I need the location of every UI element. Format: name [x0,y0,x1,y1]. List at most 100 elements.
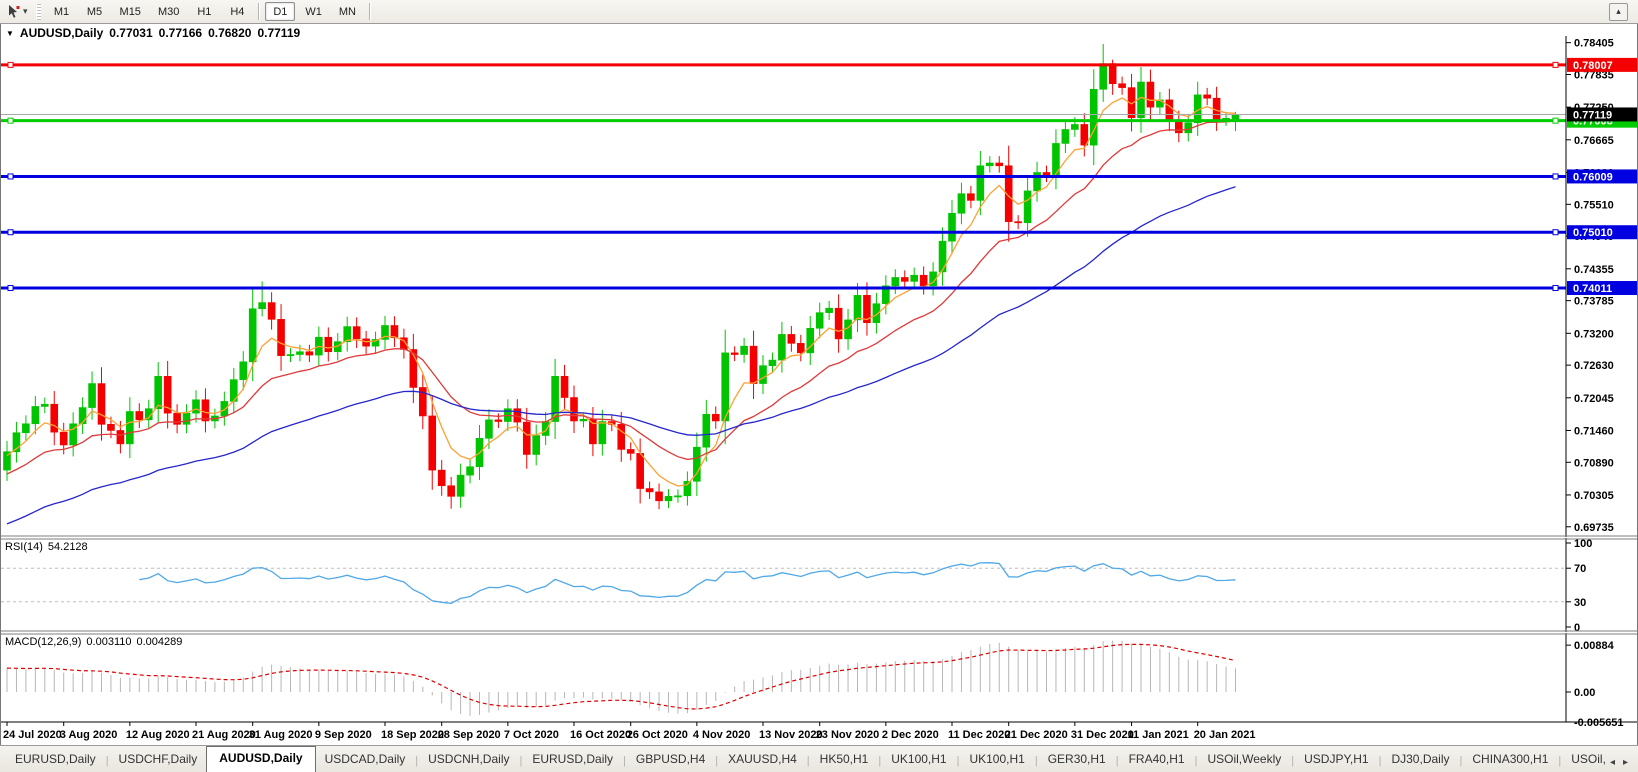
rsi-label: RSI(14) 54.2128 [5,541,88,553]
svg-text:0.73785: 0.73785 [1574,296,1614,308]
level-handle[interactable] [1553,230,1558,235]
timeframe-button-w1[interactable]: W1 [298,2,329,21]
pane-splitter[interactable] [1,536,1637,539]
chart-tabs: EURUSD,Daily|USDCHF,DailyAUDUSD,DailyUSD… [0,746,1610,772]
timeframe-button-m15[interactable]: M15 [113,2,148,21]
svg-text:21 Dec 2020: 21 Dec 2020 [1005,729,1068,741]
level-handle[interactable] [8,174,13,179]
tab-scroll-right-icon[interactable]: ▸ [1623,757,1628,768]
timeframe-button-h4[interactable]: H4 [222,2,252,21]
chart-tab[interactable]: UK100,H1 [960,748,1033,772]
chart-tool-cluster[interactable]: ▾ [3,4,31,19]
svg-text:24 Jul 2020: 24 Jul 2020 [3,729,62,741]
svg-text:0.78007: 0.78007 [1573,60,1613,72]
svg-text:31 Dec 2020: 31 Dec 2020 [1071,729,1134,741]
toolbar-separator [258,3,259,20]
svg-text:13 Nov 2020: 13 Nov 2020 [759,729,823,741]
level-handle[interactable] [8,62,13,67]
svg-text:28 Sep 2020: 28 Sep 2020 [438,729,501,741]
chart-tab-bar: EURUSD,Daily|USDCHF,DailyAUDUSD,DailyUSD… [0,745,1638,772]
rsi-name: RSI(14) [5,541,43,553]
pane-splitter[interactable] [1,631,1637,634]
price-chart-canvas[interactable]: 0.784050.778350.772500.766650.760800.755… [1,24,1637,745]
macd-signal-value: 0.004289 [137,636,183,648]
svg-text:0.00884: 0.00884 [1574,640,1615,652]
svg-text:3 Aug 2020: 3 Aug 2020 [60,729,118,741]
date-axis: 24 Jul 20203 Aug 2020 12 Aug 202021 Aug 2… [3,722,1255,741]
svg-text:31 Aug 2020: 31 Aug 2020 [249,729,313,741]
svg-text:18 Sep 2020: 18 Sep 2020 [381,729,444,741]
chart-tab[interactable]: XAUUSD,H4 [719,748,806,772]
chart-tab[interactable]: UK100,H1 [882,748,955,772]
timeframe-button-mn[interactable]: MN [332,2,363,21]
dropdown-caret-icon[interactable]: ▾ [23,7,28,16]
chart-tab[interactable]: FRA40,H1 [1120,748,1194,772]
chart-tab[interactable]: USOil,Weekly [1198,748,1290,772]
tab-scroll-left-icon[interactable]: ◂ [1610,757,1615,768]
svg-text:0.73200: 0.73200 [1574,328,1614,340]
svg-text:0.76665: 0.76665 [1574,135,1614,147]
timeframe-button-m1[interactable]: M1 [47,2,77,21]
svg-text:9 Sep 2020: 9 Sep 2020 [315,729,372,741]
price-badges: 0.780070.770080.760090.750100.740110.771… [1567,58,1637,295]
candles-layer[interactable] [4,44,1240,509]
svg-text:11 Jan 2021: 11 Jan 2021 [1128,729,1189,741]
rsi-value: 54.2128 [48,541,88,553]
svg-text:0.74011: 0.74011 [1573,283,1612,295]
chart-tab-active[interactable]: AUDUSD,Daily [206,746,315,772]
chart-title-low: 0.76820 [208,26,251,40]
level-handle[interactable] [1553,174,1558,179]
tab-scroll-arrows: ◂ ▸ [1610,757,1638,772]
svg-text:4 Nov 2020: 4 Nov 2020 [693,729,750,741]
chart-tab[interactable]: EURUSD,Daily [523,748,622,772]
chart-tab[interactable]: GER30,H1 [1039,748,1115,772]
macd-label: MACD(12,26,9) 0.003110 0.004289 [5,636,182,648]
level-handle[interactable] [8,118,13,123]
svg-text:30: 30 [1574,597,1586,609]
chart-tab[interactable]: USOil, [1562,748,1610,772]
svg-text:0.69735: 0.69735 [1574,522,1614,534]
chart-tab[interactable]: EURUSD,Daily [6,748,105,772]
svg-text:23 Nov 2020: 23 Nov 2020 [816,729,880,741]
svg-text:7 Oct 2020: 7 Oct 2020 [504,729,559,741]
macd-main-value: 0.003110 [86,636,131,648]
cursor-tool-icon [6,4,21,19]
level-handle[interactable] [1553,286,1558,291]
svg-text:0.72045: 0.72045 [1574,393,1614,405]
level-handle[interactable] [1553,62,1558,67]
svg-text:-0.005651: -0.005651 [1574,717,1624,729]
chart-tab[interactable]: USDCNH,Daily [419,748,518,772]
timeframe-button-m30[interactable]: M30 [151,2,186,21]
svg-text:100: 100 [1574,538,1592,550]
toolbar-separator [369,3,370,20]
svg-text:0.72630: 0.72630 [1574,360,1614,372]
chart-tab[interactable]: GBPUSD,H4 [627,748,714,772]
timeframe-button-m5[interactable]: M5 [80,2,110,21]
macd-name: MACD(12,26,9) [5,636,81,648]
macd-pane: 0.008840.00-0.005651 [7,640,1624,729]
horizontal-levels[interactable] [1,62,1566,290]
timeframe-button-h1[interactable]: H1 [189,2,219,21]
chart-title-high: 0.77166 [159,26,202,40]
svg-text:16 Oct 2020: 16 Oct 2020 [570,729,631,741]
chart-tab[interactable]: USDCAD,Daily [316,748,415,772]
chart-title-symbol: AUDUSD,Daily [20,26,103,40]
timeframe-button-d1[interactable]: D1 [265,2,295,21]
svg-text:21 Aug 2020: 21 Aug 2020 [192,729,256,741]
toolbar-scroll-up-button[interactable]: ▴ [1609,3,1628,21]
chart-tab[interactable]: CHINA300,H1 [1463,748,1557,772]
chart-tab[interactable]: HK50,H1 [811,748,878,772]
toolbar-grip[interactable] [36,4,41,20]
level-handle[interactable] [8,286,13,291]
chart-tab[interactable]: USDJPY,H1 [1295,748,1377,772]
svg-text:0.74355: 0.74355 [1574,264,1614,276]
svg-text:0.77119: 0.77119 [1573,109,1612,121]
svg-text:26 Oct 2020: 26 Oct 2020 [627,729,688,741]
level-handle[interactable] [1553,118,1558,123]
title-marker-icon[interactable]: ▼ [6,29,14,38]
chart-tab[interactable]: DJ30,Daily [1382,748,1458,772]
svg-text:0.75510: 0.75510 [1574,199,1614,211]
svg-text:12 Aug 2020: 12 Aug 2020 [126,729,190,741]
chart-tab[interactable]: USDCHF,Daily [110,748,207,772]
level-handle[interactable] [8,230,13,235]
